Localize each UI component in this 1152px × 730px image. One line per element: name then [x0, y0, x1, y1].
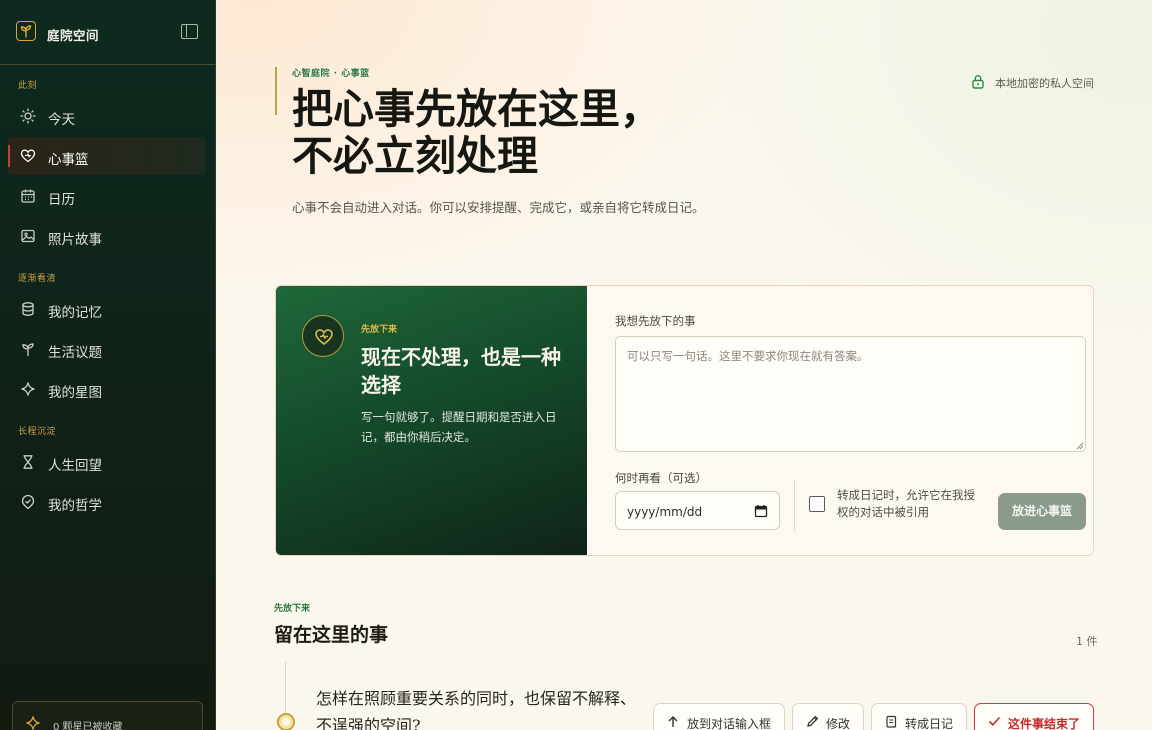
- image-icon: [21, 229, 35, 243]
- sidebar: 庭院空间 此刻 今天 心事篮 日历 照片故事 逐渐看清 我的记忆 生活议题 我的…: [0, 0, 216, 730]
- brand-header: 庭院空间: [0, 0, 215, 65]
- heart-badge: [302, 315, 344, 357]
- arrow-up-icon: [668, 716, 678, 727]
- resize-grip-icon[interactable]: [1075, 441, 1084, 450]
- sidebar-item-life-review[interactable]: 人生回望: [8, 443, 206, 481]
- composer-eyebrow: 先放下来: [361, 325, 398, 335]
- revisit-date-input[interactable]: yyyy/mm/dd: [615, 491, 780, 530]
- worry-composer-card: 先放下来 现在不处理，也是一种选择 写一句就够了。提醒日期和是否进入日记，都由你…: [275, 285, 1094, 556]
- sidebar-item-label: 生活议题: [48, 345, 102, 361]
- list-count: 1 件: [1076, 635, 1098, 648]
- date-placeholder: yyyy/mm/dd: [627, 505, 703, 519]
- composer-form: 我想先放下的事 何时再看（可选） yyyy/mm/dd 转成日记时，允许它在我授…: [587, 286, 1093, 555]
- breadcrumb: 心智庭院 · 心事篮: [292, 69, 370, 79]
- main-content: 心智庭院 · 心事篮 把心事先放在这里，不必立刻处理 心事不会自动进入对话。你可…: [216, 0, 1152, 730]
- timeline-dot: [277, 713, 295, 730]
- sidebar-item-star-map[interactable]: 我的星图: [8, 370, 206, 408]
- heart-pulse-icon: [315, 329, 333, 345]
- pencil-icon: [807, 715, 819, 727]
- hourglass-icon: [23, 455, 33, 469]
- add-to-basket-button[interactable]: 放进心事篮: [998, 493, 1086, 530]
- sidebar-item-photo-story[interactable]: 照片故事: [8, 217, 206, 255]
- sidebar-item-label: 照片故事: [48, 232, 102, 248]
- list-title: 留在这里的事: [274, 624, 389, 646]
- favorites-card[interactable]: 0 颗星已被收藏: [12, 701, 203, 730]
- calendar-icon: [21, 189, 35, 203]
- composer-description: 写一句就够了。提醒日期和是否进入日记，都由你稍后决定。: [361, 410, 557, 444]
- nav-section-title: 逐渐看清: [18, 274, 57, 284]
- sidebar-item-label: 人生回望: [48, 458, 102, 474]
- sidebar-item-life-topics[interactable]: 生活议题: [8, 330, 206, 368]
- sidebar-collapse-icon[interactable]: [181, 24, 198, 39]
- sidebar-item-basket[interactable]: 心事篮: [8, 137, 206, 175]
- sidebar-item-label: 心事篮: [48, 152, 89, 168]
- worry-item-text: 怎样在照顾重要关系的同时，也保留不解释、不逞强的空间?: [316, 689, 637, 730]
- mark-done-button[interactable]: 这件事结束了: [974, 703, 1094, 730]
- sidebar-item-label: 日历: [48, 192, 75, 208]
- private-badge-text: 本地加密的私人空间: [995, 77, 1094, 90]
- worry-textarea[interactable]: [615, 336, 1086, 452]
- sidebar-item-calendar[interactable]: 日历: [8, 177, 206, 215]
- sparkle-icon: [26, 716, 40, 730]
- page-title: 把心事先放在这里，不必立刻处理: [292, 85, 661, 180]
- heart-basket-icon: [20, 149, 36, 163]
- notebook-icon: [886, 715, 897, 728]
- sidebar-item-today[interactable]: 今天: [8, 97, 206, 135]
- composer-title: 现在不处理，也是一种选择: [361, 345, 561, 397]
- convert-to-journal-button[interactable]: 转成日记: [871, 703, 967, 730]
- nav-section-title: 此刻: [18, 81, 38, 91]
- form-divider: [794, 479, 795, 531]
- sun-icon: [20, 108, 36, 124]
- sprout-icon: [22, 343, 34, 357]
- brand-name: 庭院空间: [47, 28, 100, 43]
- revisit-date-label: 何时再看（可选）: [615, 471, 707, 485]
- favorites-text: 0 颗星已被收藏: [53, 722, 123, 730]
- sidebar-item-philosophy[interactable]: 我的哲学: [8, 483, 206, 521]
- worry-input-label: 我想先放下的事: [615, 314, 696, 328]
- badge-check-icon: [21, 494, 35, 510]
- sprout-logo-icon: [16, 21, 36, 41]
- send-to-chat-button[interactable]: 放到对话输入框: [653, 703, 785, 730]
- calendar-icon[interactable]: [754, 504, 768, 518]
- sparkle-icon: [21, 382, 35, 396]
- database-icon: [22, 302, 34, 316]
- allow-citation-checkbox[interactable]: [809, 496, 825, 512]
- sidebar-item-label: 我的星图: [48, 385, 102, 401]
- lock-icon: [972, 74, 984, 89]
- list-eyebrow: 先放下来: [274, 604, 311, 614]
- nav-section-title: 长程沉淀: [18, 427, 57, 437]
- edit-button[interactable]: 修改: [792, 703, 864, 730]
- sidebar-item-label: 我的记忆: [48, 305, 102, 321]
- allow-citation-label: 转成日记时，允许它在我授权的对话中被引用: [837, 488, 975, 519]
- sidebar-item-label: 今天: [48, 112, 75, 128]
- check-icon: [988, 716, 1001, 726]
- sidebar-item-memory[interactable]: 我的记忆: [8, 290, 206, 328]
- composer-intro-panel: 先放下来 现在不处理，也是一种选择 写一句就够了。提醒日期和是否进入日记，都由你…: [276, 286, 587, 555]
- page-subtitle: 心事不会自动进入对话。你可以安排提醒、完成它，或亲自将它转成日记。: [292, 200, 705, 215]
- hero-accent-bar: [275, 67, 277, 115]
- sidebar-item-label: 我的哲学: [48, 498, 102, 514]
